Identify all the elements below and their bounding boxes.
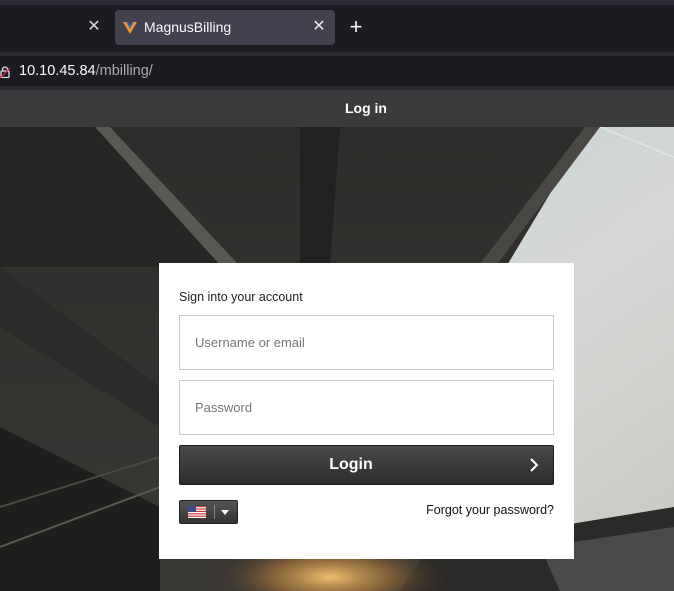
close-icon[interactable]: ✕ [310,17,328,37]
magnusbilling-favicon-icon [123,22,137,34]
login-card: Sign into your account Login Forgot your… [159,263,574,559]
close-icon[interactable]: ✕ [86,17,102,37]
login-heading: Sign into your account [179,290,303,304]
login-button[interactable]: Login [179,445,554,485]
url-host: 10.10.45.84 [19,63,96,79]
tab-strip-edge [0,0,674,5]
forgot-password-link[interactable]: Forgot your password? [426,503,554,517]
url-text[interactable]: 10.10.45.84/mbilling/ [19,63,153,80]
language-select[interactable] [179,500,238,524]
caret-down-icon [221,510,229,515]
browser-tab-strip: ✕ MagnusBilling ✕ + [0,0,674,52]
select-divider [214,505,215,519]
new-tab-icon[interactable]: + [344,16,368,40]
username-input[interactable] [179,315,554,370]
insecure-lock-icon[interactable] [0,66,10,78]
tab-title: MagnusBilling [144,19,232,35]
login-button-label: Login [329,456,373,473]
tab-active[interactable]: MagnusBilling ✕ [115,10,335,45]
chevron-right-icon [530,458,539,472]
password-input[interactable] [179,380,554,435]
us-flag-icon [188,506,206,518]
navigation-bar: 10.10.45.84/mbilling/ [0,52,674,90]
url-path: /mbilling/ [95,63,153,79]
page-header: Log in [0,90,674,127]
url-bar[interactable]: 10.10.45.84/mbilling/ [0,56,674,86]
page-title: Log in [345,100,387,116]
